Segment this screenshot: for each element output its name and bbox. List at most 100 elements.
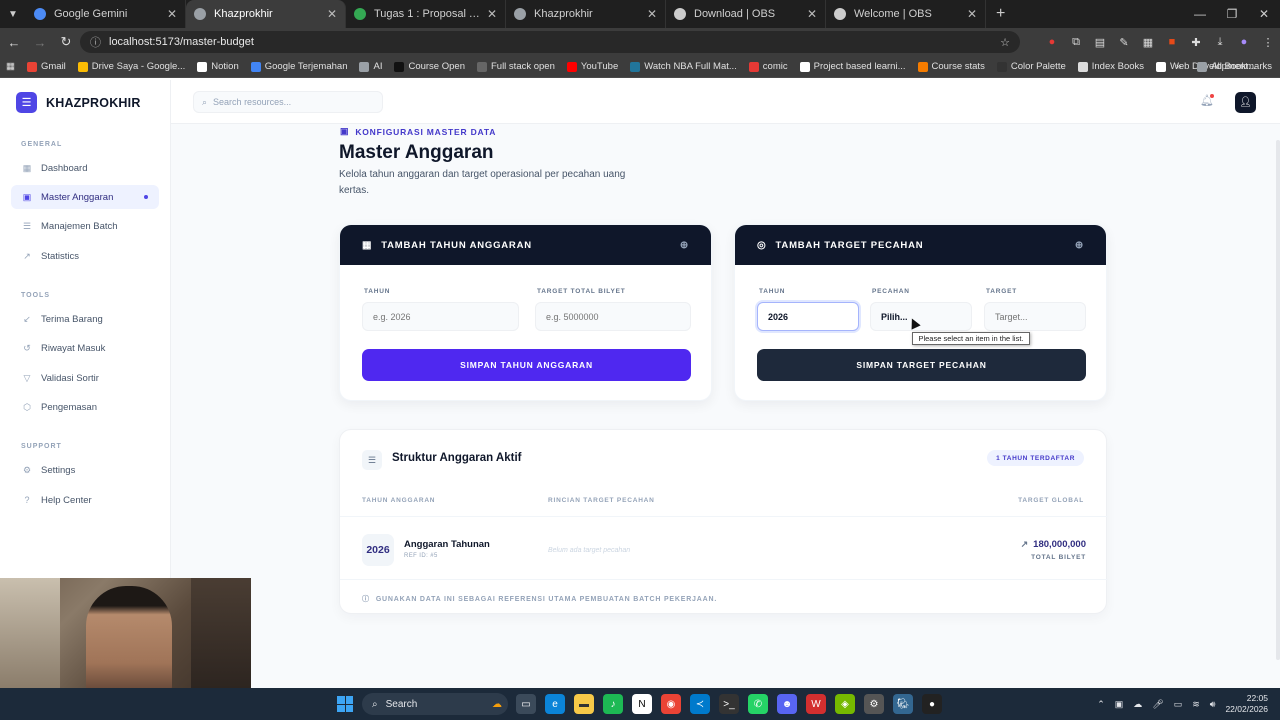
bookmark-item[interactable]: YouTube: [566, 61, 618, 72]
denomination-select[interactable]: Pilih...: [870, 302, 972, 331]
target-year-input[interactable]: [757, 302, 859, 331]
wps-icon[interactable]: W: [806, 694, 826, 714]
download-icon[interactable]: ⤓: [1208, 28, 1232, 56]
bookmark-item[interactable]: Project based learni...: [799, 61, 906, 72]
close-tab-icon[interactable]: ✕: [167, 7, 177, 21]
save-target-button[interactable]: SIMPAN TARGET PECAHAN: [757, 349, 1086, 381]
chevron-up-icon[interactable]: ⌃: [1097, 699, 1105, 710]
wifi-icon[interactable]: ≋: [1192, 699, 1200, 710]
save-year-button[interactable]: SIMPAN TAHUN ANGGARAN: [362, 349, 691, 381]
vscode-icon[interactable]: ≺: [690, 694, 710, 714]
qr-icon[interactable]: ▦: [1136, 28, 1160, 56]
apps-grid-icon[interactable]: ▦: [6, 61, 15, 72]
spotify-icon[interactable]: ♪: [603, 694, 623, 714]
taskbar-search[interactable]: ⌕ Search ☁: [362, 693, 508, 715]
bookmark-item[interactable]: Drive Saya - Google...: [77, 61, 185, 72]
brand-logo[interactable]: ☰ KHAZPROKHIR: [16, 92, 141, 113]
restore-icon[interactable]: ❐: [1216, 0, 1248, 28]
volume-icon[interactable]: 🔊︎: [1210, 699, 1216, 710]
page-scrollbar[interactable]: [1276, 140, 1280, 660]
bookmark-star-icon[interactable]: ☆: [1000, 36, 1010, 49]
new-tab-icon[interactable]: +: [996, 5, 1005, 23]
back-icon[interactable]: ←: [2, 28, 26, 56]
bookmark-item[interactable]: Course stats: [917, 61, 985, 72]
pen-icon[interactable]: ✎: [1112, 28, 1136, 56]
bookmark-item[interactable]: comic: [748, 61, 788, 72]
profile-avatar-icon[interactable]: ●: [1232, 28, 1256, 56]
sidebar-item-dashboard[interactable]: ▦ Dashboard: [11, 156, 159, 180]
help-icon: ?: [24, 495, 30, 505]
bookmark-item[interactable]: Index Books: [1077, 61, 1144, 72]
clock[interactable]: 22:05 22/02/2026: [1225, 693, 1268, 715]
browser-tab[interactable]: Tugas 1 : Proposal Tugas Proje...✕: [346, 0, 506, 28]
minimize-icon[interactable]: —: [1184, 0, 1216, 28]
sidebar-item-help-center[interactable]: ? Help Center: [11, 488, 159, 512]
site-info-icon[interactable]: ⓘ: [90, 34, 101, 50]
close-tab-icon[interactable]: ✕: [647, 7, 657, 21]
bookmark-item[interactable]: Course Open: [394, 61, 465, 72]
target-total-input[interactable]: [535, 302, 691, 331]
settings-icon[interactable]: ⚙: [864, 694, 884, 714]
edge-icon[interactable]: e: [545, 694, 565, 714]
tab-search-icon[interactable]: ▼: [0, 0, 26, 28]
whatsapp-icon[interactable]: ✆: [748, 694, 768, 714]
browser-tab[interactable]: Download | OBS ✕: [666, 0, 826, 28]
cloud-icon[interactable]: ☁: [1133, 699, 1142, 710]
browser-tab-active[interactable]: Khazprokhir ✕: [186, 0, 346, 28]
sidebar-item-settings[interactable]: ⚙ Settings: [11, 458, 159, 482]
bookmark-item[interactable]: Google Terjemahan: [250, 61, 347, 72]
bookmark-item[interactable]: Color Palette: [996, 61, 1066, 72]
user-icon[interactable]: 👤︎: [1235, 92, 1256, 113]
search-input[interactable]: ⌕ Search resources...: [193, 91, 383, 113]
close-tab-icon[interactable]: ✕: [487, 7, 497, 21]
forward-icon[interactable]: →: [28, 28, 52, 56]
file-explorer-icon[interactable]: ▬: [574, 694, 594, 714]
terminal-icon[interactable]: >_: [719, 694, 739, 714]
tray-app-icon[interactable]: ▣: [1115, 699, 1124, 710]
discord-icon[interactable]: ☻: [777, 694, 797, 714]
chrome-menu-icon[interactable]: ⋮: [1256, 28, 1280, 56]
extension-red-icon[interactable]: ■: [1160, 28, 1184, 56]
chrome-icon[interactable]: ◉: [661, 694, 681, 714]
target-input[interactable]: [984, 302, 1086, 331]
obs-icon[interactable]: ●: [922, 694, 942, 714]
close-tab-icon[interactable]: ✕: [327, 7, 337, 21]
postgres-icon[interactable]: 🐘︎: [893, 694, 913, 714]
display-icon[interactable]: ▭: [1174, 699, 1183, 710]
reload-icon[interactable]: ↻: [54, 28, 78, 56]
bookmark-item[interactable]: Gmail: [26, 61, 66, 72]
chevron-right-icon[interactable]: »: [1176, 61, 1181, 72]
year-input[interactable]: [362, 302, 519, 331]
browser-tab[interactable]: Google Gemini ✕: [26, 0, 186, 28]
browser-tab[interactable]: Khazprokhir ✕: [506, 0, 666, 28]
bookmark-item[interactable]: Watch NBA Full Mat...: [630, 61, 737, 72]
sidebar-item-manajemen-batch[interactable]: ☰ Manajemen Batch: [11, 214, 159, 238]
sidebar-item-master-anggaran[interactable]: ▣ Master Anggaran: [11, 185, 159, 209]
bookmark-item[interactable]: Notion: [197, 61, 239, 72]
close-window-icon[interactable]: ✕: [1248, 0, 1280, 28]
address-bar[interactable]: ⓘ localhost:5173/master-budget ☆: [80, 31, 1020, 53]
bell-icon[interactable]: 🔔︎: [1200, 94, 1214, 108]
notion-icon[interactable]: N: [632, 694, 652, 714]
sidebar-item-statistics[interactable]: ↗ Statistics: [11, 244, 159, 268]
all-bookmarks-folder[interactable]: All Bookmarks: [1197, 61, 1272, 72]
sidebar-item-pengemasan[interactable]: ⬡ Pengemasan: [11, 395, 159, 419]
close-tab-icon[interactable]: ✕: [807, 7, 817, 21]
bookmark-item[interactable]: Full stack open: [476, 61, 555, 72]
close-tab-icon[interactable]: ✕: [967, 7, 977, 21]
adblock-icon[interactable]: ●: [1040, 28, 1064, 56]
table-row[interactable]: 2026 Anggaran Tahunan REF ID: #5 Belum a…: [340, 516, 1108, 580]
extensions-puzzle-icon[interactable]: ✚: [1184, 28, 1208, 56]
nvidia-icon[interactable]: ◈: [835, 694, 855, 714]
microphone-icon[interactable]: 🎤︎: [1152, 699, 1163, 710]
sidebar-item-validasi-sortir[interactable]: ▽ Validasi Sortir: [11, 366, 159, 390]
target-label: TARGET: [986, 288, 1018, 295]
bookmark-folder[interactable]: AI: [359, 61, 382, 72]
sidebar-item-riwayat-masuk[interactable]: ↺ Riwayat Masuk: [11, 336, 159, 360]
task-view-icon[interactable]: ▭: [516, 694, 536, 714]
docs-icon[interactable]: ▤: [1088, 28, 1112, 56]
sidebar-item-terima-barang[interactable]: ↙ Terima Barang: [11, 307, 159, 331]
windows-start-icon[interactable]: [337, 696, 353, 712]
browser-tab[interactable]: Welcome | OBS ✕: [826, 0, 986, 28]
translate-icon[interactable]: ⧉: [1064, 28, 1088, 56]
